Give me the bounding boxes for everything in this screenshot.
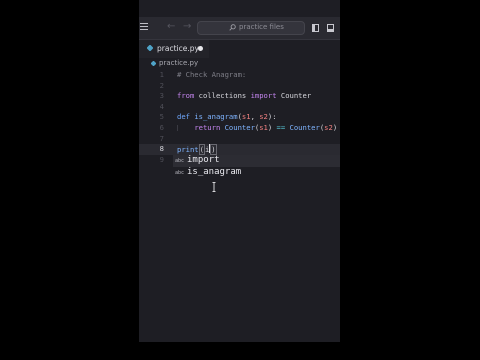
autocomplete-item[interactable]: abc import [173,155,340,167]
ibeam-cursor-icon [212,182,216,192]
line-number: 1 [159,70,164,79]
python-file-icon [147,45,153,51]
code-line: 5 def is_anagram(s1, s2): [139,112,340,123]
code-text: def is_anagram(s1, s2): [177,112,277,122]
editor-window: ← → practice files practice.py practice.… [139,0,340,360]
autocomplete-label: is_anagram [187,166,242,177]
search-input[interactable]: practice files [197,21,305,35]
code-text: return Counter(s1) == Counter(s2) [194,123,338,132]
line-number: 5 [159,112,164,122]
forward-arrow-icon[interactable]: → [183,21,191,32]
code-line: 7 [139,134,340,145]
line-number: 4 [159,101,164,111]
back-arrow-icon[interactable]: ← [167,21,175,32]
tab-bar: practice.py [139,40,340,58]
menu-icon[interactable] [140,23,148,32]
code-line: 6 return Counter(s1) == Counter(s2) [139,123,340,134]
code-text: # Check Anagram: [177,70,247,79]
search-placeholder: practice files [239,23,284,31]
toggle-panel-icon[interactable] [327,24,334,32]
breadcrumb-file[interactable]: practice.py [159,59,198,67]
line-number: 2 [159,80,164,90]
search-icon [229,24,236,31]
autocomplete-label: import [187,155,220,165]
text-completion-icon: abc [175,169,185,176]
line-number: 8 [159,144,164,154]
autocomplete-list: abc import abc is_anagram [173,155,340,178]
line-number: 7 [159,133,164,143]
code-line-current: 8 print(i) [139,144,340,156]
code-line: 1 # Check Anagram: [139,70,340,81]
bottom-bar [139,342,340,360]
tab-label: practice.py [157,44,199,53]
title-bar: ← → practice files [139,17,340,40]
autocomplete-item[interactable]: abc is_anagram [173,167,340,179]
code-text: from collections import Counter [177,91,312,101]
unsaved-indicator[interactable] [198,46,203,51]
line-number: 9 [159,154,164,164]
code-line: 3 from collections import Counter [139,91,340,102]
line-number: 3 [159,91,164,101]
python-file-icon [151,61,156,66]
code-line: 4 [139,102,340,113]
code-line: 2 [139,81,340,92]
line-number: 6 [159,123,164,132]
text-completion-icon: abc [175,158,185,164]
toggle-sidebar-icon[interactable] [312,24,319,32]
tab-practice-py[interactable]: practice.py [139,40,209,58]
